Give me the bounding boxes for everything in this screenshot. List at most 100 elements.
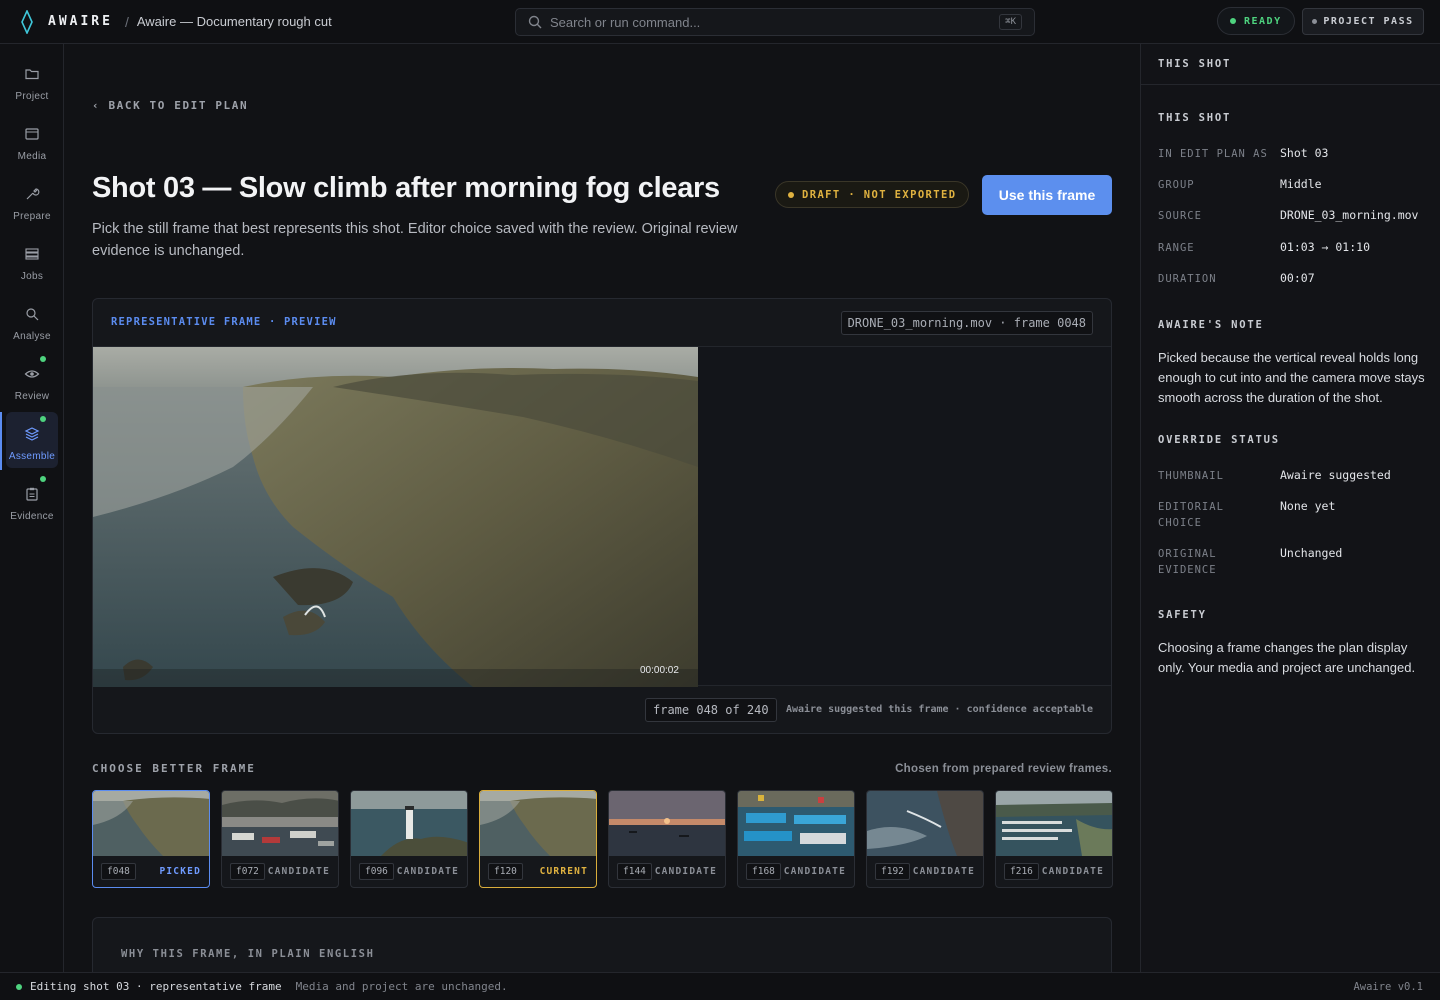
rail-label-prepare: Prepare: [13, 211, 51, 222]
status-dot-icon: [16, 983, 22, 990]
rail-label-assemble: Assemble: [8, 451, 56, 462]
thumb-lighthouse-image: [351, 791, 467, 856]
draft-dot-icon: [788, 191, 794, 198]
thumb-status: CANDIDATE: [267, 866, 330, 877]
rail-item-project[interactable]: Project: [6, 52, 58, 108]
thumb-id: f096: [359, 863, 394, 880]
override-key: ORIGINAL EVIDENCE: [1158, 548, 1217, 576]
detail-value: Middle: [1280, 177, 1322, 191]
rail-item-analyse[interactable]: Analyse: [6, 292, 58, 348]
safety-text: Choosing a frame changes the plan displa…: [1158, 640, 1416, 675]
thumb-id: f120: [488, 863, 523, 880]
thumb-status: CANDIDATE: [1041, 866, 1104, 877]
thumb-status: CANDIDATE: [396, 866, 459, 877]
review-status-dot: [40, 356, 46, 362]
detail-key: GROUP: [1158, 179, 1195, 191]
thumb-status: CURRENT: [539, 866, 588, 877]
rail-item-prepare[interactable]: Prepare: [6, 172, 58, 228]
layers-icon: [24, 427, 40, 441]
app-logo[interactable]: AWAIRE: [20, 9, 113, 34]
command-search[interactable]: ⌘K: [515, 8, 1035, 36]
thumb-id: f144: [617, 863, 652, 880]
ready-label: READY: [1244, 15, 1282, 27]
page-subtitle: Pick the still frame that best represent…: [92, 221, 738, 259]
search-icon: [528, 15, 542, 29]
status-editing-text: Editing shot 03 · representative frame: [30, 980, 282, 993]
thumb-boats-above-image: [738, 791, 854, 856]
rail-item-review[interactable]: Review: [6, 352, 58, 408]
rail-item-media[interactable]: Media: [6, 112, 58, 168]
thumb-status: CANDIDATE: [912, 866, 975, 877]
rail-label-project: Project: [15, 91, 49, 102]
rail-label-review: Review: [14, 391, 50, 402]
thumb-id: f072: [230, 863, 265, 880]
frame-thumb-f216[interactable]: f216 CANDIDATE: [995, 790, 1113, 888]
side-panel-title: THIS SHOT: [1141, 44, 1440, 85]
frame-thumb-f096[interactable]: f096 CANDIDATE: [350, 790, 468, 888]
rail-item-evidence[interactable]: Evidence: [6, 472, 58, 528]
use-this-frame-button[interactable]: Use this frame: [982, 175, 1112, 215]
thumb-id: f216: [1004, 863, 1039, 880]
frame-counter: frame 048 of 240: [645, 698, 777, 722]
film-icon: [25, 128, 39, 140]
project-pass-label: PROJECT PASS: [1323, 16, 1414, 27]
override-key: THUMBNAIL: [1158, 470, 1224, 482]
magnifier-icon: [26, 308, 39, 321]
rail-item-assemble[interactable]: Assemble: [6, 412, 58, 468]
back-to-edit-plan-link[interactable]: ‹ BACK TO EDIT PLAN: [92, 99, 248, 112]
detail-value: 01:03 → 01:10: [1280, 240, 1371, 254]
preview-heading: REPRESENTATIVE FRAME · PREVIEW: [111, 316, 337, 328]
thumb-harbor-town-image: [222, 791, 338, 856]
safety-heading: SAFETY: [1158, 609, 1207, 621]
awaire-note-text: Picked because the vertical reveal holds…: [1158, 350, 1425, 405]
thumb-id: f192: [875, 863, 910, 880]
breadcrumb-separator: /: [124, 13, 129, 30]
rail-item-jobs[interactable]: Jobs: [6, 232, 58, 288]
thumb-coast-fog-image: [93, 791, 209, 856]
detail-key: RANGE: [1158, 242, 1195, 254]
frame-thumb-f048[interactable]: f048 PICKED: [92, 790, 210, 888]
override-value: Awaire suggested: [1280, 468, 1391, 482]
frame-thumb-f168[interactable]: f168 CANDIDATE: [737, 790, 855, 888]
frame-thumb-f120[interactable]: f120 CURRENT: [479, 790, 597, 888]
override-key: EDITORIAL CHOICE: [1158, 501, 1224, 529]
confidence-note: Awaire suggested this frame · confidence…: [785, 704, 1093, 715]
folder-icon: [25, 69, 39, 80]
override-status-heading: OVERRIDE STATUS: [1158, 434, 1280, 446]
detail-key: IN EDIT PLAN AS: [1158, 148, 1268, 160]
clipboard-icon: [26, 487, 38, 501]
why-this-frame-heading: WHY THIS FRAME, IN PLAIN ENGLISH: [121, 948, 375, 960]
override-value: None yet: [1280, 499, 1336, 513]
frame-thumb-f072[interactable]: f072 CANDIDATE: [221, 790, 339, 888]
search-shortcut-hint: ⌘K: [999, 14, 1022, 30]
status-muted-text: Media and project are unchanged.: [295, 980, 508, 993]
pass-dot-icon: [1312, 19, 1318, 24]
page-title: Shot 03 — Slow climb after morning fog c…: [92, 172, 720, 204]
active-rail-indicator: [0, 412, 2, 470]
preview-frame-image[interactable]: [93, 347, 698, 687]
ready-dot-icon: [1230, 18, 1236, 24]
representative-frame-card: REPRESENTATIVE FRAME · PREVIEW DRONE_03_…: [92, 298, 1112, 734]
eye-icon: [24, 370, 40, 378]
frame-thumb-f192[interactable]: f192 CANDIDATE: [866, 790, 984, 888]
wrench-icon: [26, 188, 40, 200]
evidence-status-dot: [40, 476, 46, 482]
thumb-status: CANDIDATE: [783, 866, 846, 877]
thumb-sunset-water-image: [609, 791, 725, 856]
breadcrumb-project[interactable]: Awaire — Documentary rough cut: [137, 14, 332, 29]
detail-value: DRONE_03_morning.mov: [1280, 208, 1419, 222]
project-pass-button[interactable]: PROJECT PASS: [1302, 8, 1424, 35]
preview-timecode: 00:00:02: [640, 665, 679, 676]
left-rail: Project Media Prepare Jobs Analyse Revie…: [0, 44, 64, 972]
assemble-status-dot: [40, 416, 46, 422]
choose-frame-heading: CHOOSE BETTER FRAME: [92, 762, 256, 775]
status-bar-editing: Editing shot 03 · representative frame: [16, 980, 282, 993]
brand-name: AWAIRE: [48, 14, 113, 29]
frame-thumb-f144[interactable]: f144 CANDIDATE: [608, 790, 726, 888]
source-file-chip: DRONE_03_morning.mov · frame 0048: [840, 311, 1093, 335]
detail-value: Shot 03: [1280, 146, 1329, 160]
why-this-frame-card: WHY THIS FRAME, IN PLAIN ENGLISH: [92, 917, 1112, 972]
search-input[interactable]: [550, 14, 1000, 30]
choose-frame-note: Chosen from prepared review frames.: [895, 763, 1112, 775]
detail-key: SOURCE: [1158, 210, 1202, 222]
